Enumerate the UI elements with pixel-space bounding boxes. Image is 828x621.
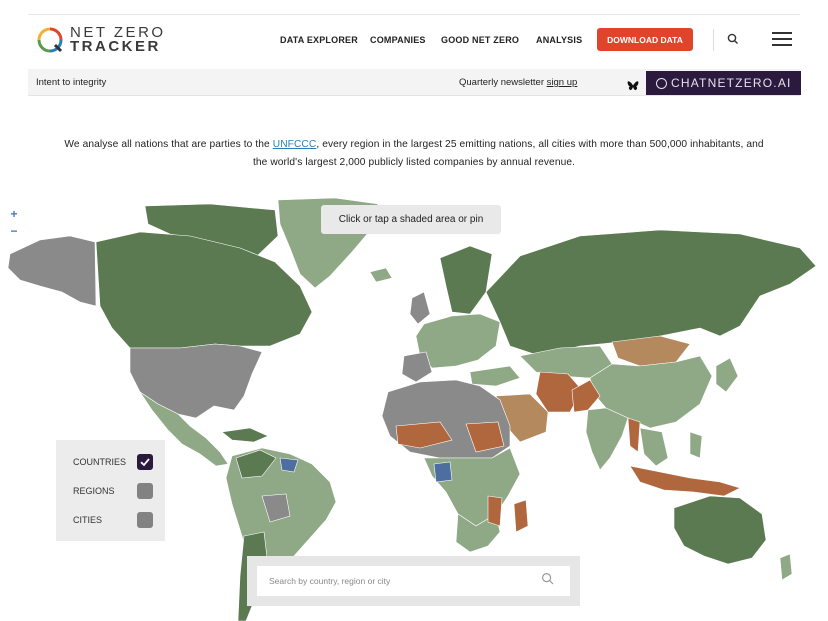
cities-checkbox[interactable]: [137, 512, 153, 528]
legend-regions[interactable]: REGIONS: [73, 483, 153, 499]
map-australia: [673, 495, 767, 565]
map-uk: [409, 291, 431, 325]
newsletter-prompt: Quarterly newsletter sign up: [459, 77, 577, 88]
nav-good-net-zero[interactable]: GOOD NET ZERO: [441, 35, 519, 45]
nav-analysis[interactable]: ANALYSIS: [536, 35, 582, 45]
unfccc-link[interactable]: UNFCCC: [273, 139, 317, 150]
map-madagascar: [513, 499, 529, 533]
map-mozambique: [487, 495, 503, 527]
bluesky-icon[interactable]: [627, 78, 639, 91]
newsletter-text: Quarterly newsletter: [459, 77, 545, 88]
download-data-button[interactable]: DOWNLOAD DATA: [597, 28, 693, 51]
intro-text: We analyse all nations that are parties …: [64, 139, 764, 168]
tagline: Intent to integrity: [36, 77, 107, 88]
search-icon[interactable]: [541, 572, 555, 586]
net-zero-tracker-logo[interactable]: NET ZERO TRACKER: [36, 25, 166, 55]
legend-cities[interactable]: CITIES: [73, 512, 153, 528]
map-layer-legend: COUNTRIES REGIONS CITIES: [56, 440, 165, 541]
hamburger-menu-icon[interactable]: [772, 32, 792, 46]
legend-cities-label: CITIES: [73, 515, 103, 525]
map-iceland: [369, 267, 393, 283]
map-india: [585, 407, 629, 471]
header-separator: [713, 29, 714, 51]
map-caribbean: [221, 427, 269, 443]
map-myanmar: [627, 417, 641, 453]
map-canada: [95, 231, 313, 349]
map-new-zealand: [779, 553, 793, 581]
map-africa-central: [423, 447, 521, 527]
site-header: NET ZERO TRACKER DATA EXPLORER COMPANIES…: [0, 15, 828, 65]
countries-checkbox[interactable]: [137, 454, 153, 470]
zoom-in-button[interactable]: +: [6, 206, 22, 223]
search-icon[interactable]: [726, 32, 740, 46]
map-hint: Click or tap a shaded area or pin: [321, 205, 501, 234]
map-scandinavia: [439, 245, 493, 315]
chatnetzero-label: CHATNETZERO.AI: [671, 76, 792, 90]
zoom-out-button[interactable]: −: [6, 223, 22, 240]
legend-regions-label: REGIONS: [73, 486, 115, 496]
location-search-input[interactable]: [257, 566, 570, 596]
map-iberia: [401, 351, 433, 383]
map-zoom-controls: + −: [6, 206, 22, 240]
map-alaska: [7, 235, 97, 307]
logo-ring-icon: [36, 26, 64, 54]
map-turkey: [469, 365, 521, 387]
logo-text-bottom: TRACKER: [70, 38, 161, 55]
map-congo: [433, 461, 453, 483]
map-indonesia: [629, 465, 741, 497]
regions-checkbox[interactable]: [137, 483, 153, 499]
map-search-bar: [247, 556, 580, 606]
newsletter-signup-link[interactable]: sign up: [547, 77, 578, 88]
map-se-asia: [639, 427, 669, 467]
map-japan: [715, 357, 739, 393]
map-philippines: [689, 431, 703, 459]
chat-logo-icon: [656, 77, 667, 89]
legend-countries[interactable]: COUNTRIES: [73, 454, 153, 470]
nav-data-explorer[interactable]: DATA EXPLORER: [280, 35, 358, 45]
legend-countries-label: COUNTRIES: [73, 457, 127, 467]
nav-companies[interactable]: COMPANIES: [370, 35, 426, 45]
chatnetzero-button[interactable]: CHATNETZERO.AI: [646, 71, 801, 95]
